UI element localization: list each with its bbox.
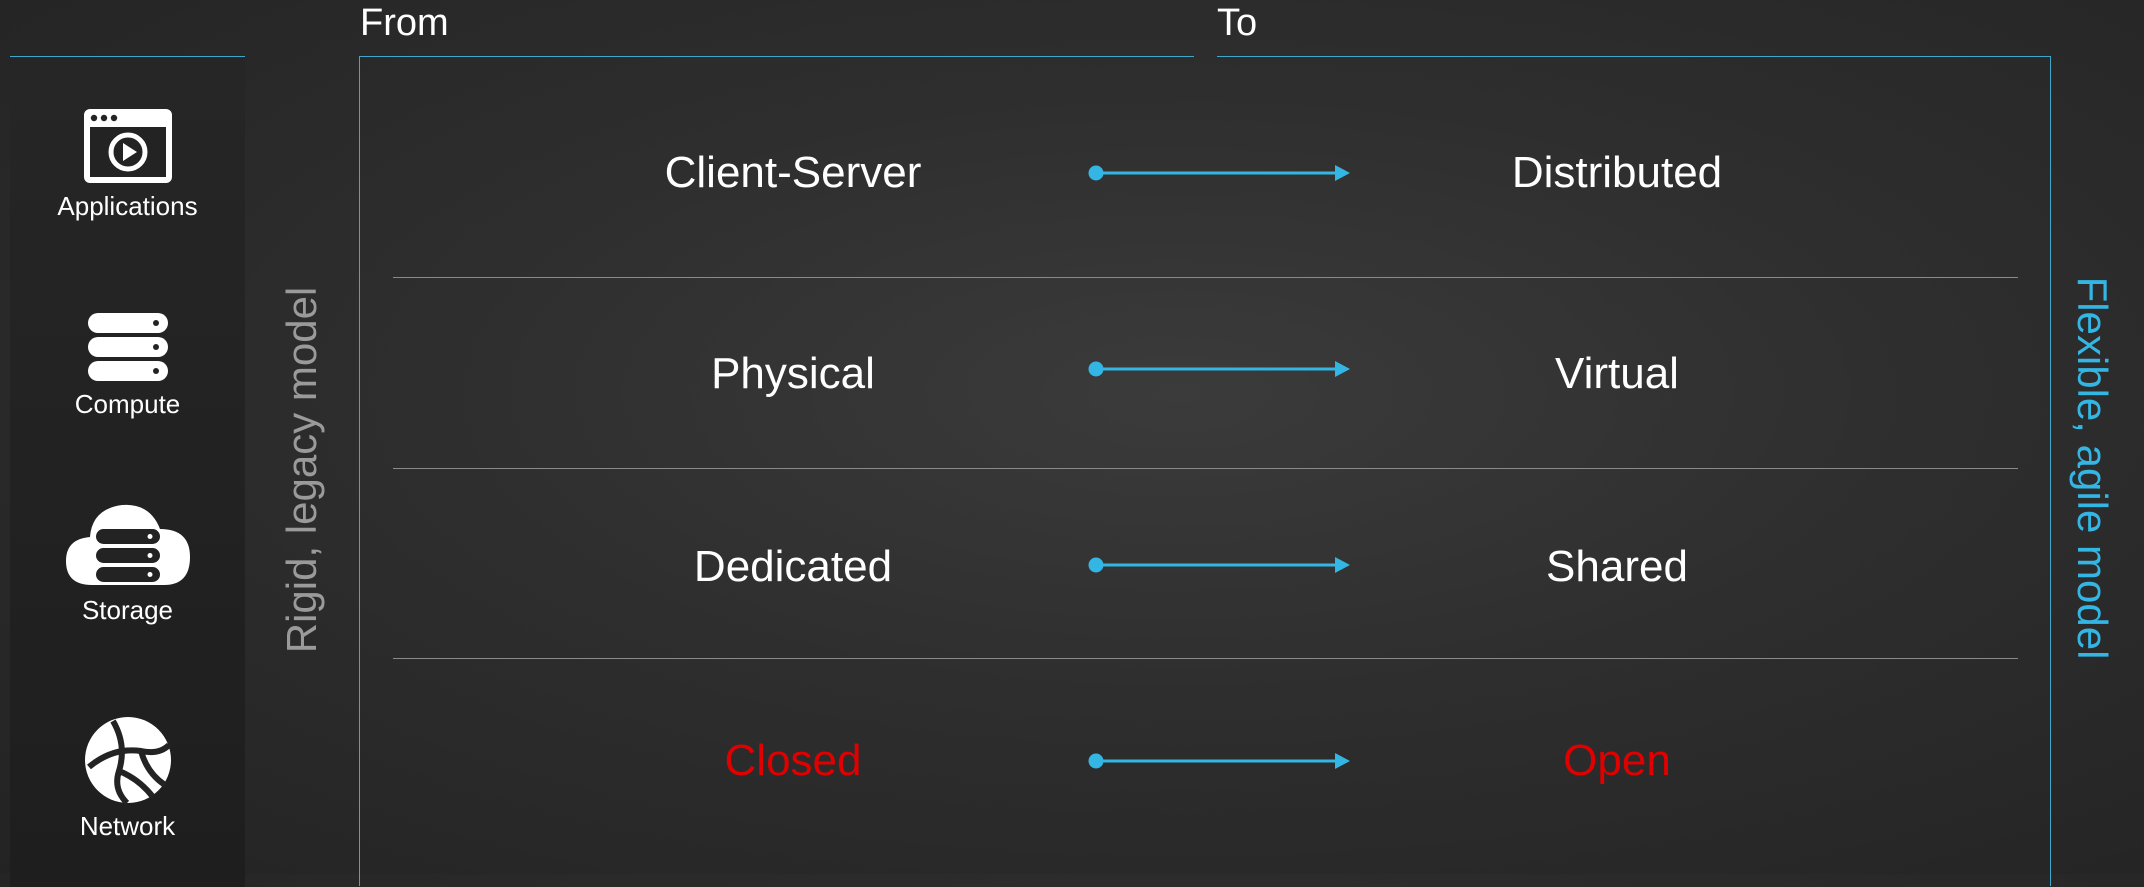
from-value: Client-Server (664, 148, 922, 197)
transition-arrow (1088, 753, 1350, 769)
transition-arrow (1088, 557, 1350, 573)
from-value: Physical (711, 349, 875, 398)
category-applications: Applications (10, 107, 245, 222)
category-label-storage: Storage (81, 595, 174, 625)
category-sidebar: Applications Compute Storage Network (10, 56, 245, 887)
application-window-icon (83, 109, 172, 183)
transition-arrow (1088, 165, 1350, 181)
cloud-storage-icon (65, 504, 190, 585)
category-label-network: Network (79, 811, 176, 841)
flexible-agile-model-label: Flexible, agile model (2069, 276, 2116, 660)
to-value: Virtual (1555, 349, 1679, 398)
category-storage: Storage (10, 497, 245, 626)
row-divider (393, 468, 2018, 469)
to-header: To (1217, 2, 1258, 44)
from-header: From (360, 2, 449, 44)
globe-network-icon (84, 717, 171, 805)
row-divider (393, 277, 2018, 278)
to-value: Distributed (1511, 148, 1723, 197)
from-value-highlighted: Closed (724, 736, 862, 785)
rigid-legacy-model-label: Rigid, legacy model (278, 286, 325, 654)
category-label-compute: Compute (74, 389, 181, 419)
transition-arrow (1088, 361, 1350, 377)
server-stack-icon (87, 313, 168, 381)
to-value: Shared (1546, 542, 1688, 591)
category-label-applications: Applications (57, 191, 198, 221)
to-value-highlighted: Open (1563, 736, 1671, 785)
category-compute: Compute (10, 311, 245, 420)
row-divider (393, 658, 2018, 659)
category-network: Network (10, 715, 245, 842)
from-value: Dedicated (693, 542, 893, 591)
